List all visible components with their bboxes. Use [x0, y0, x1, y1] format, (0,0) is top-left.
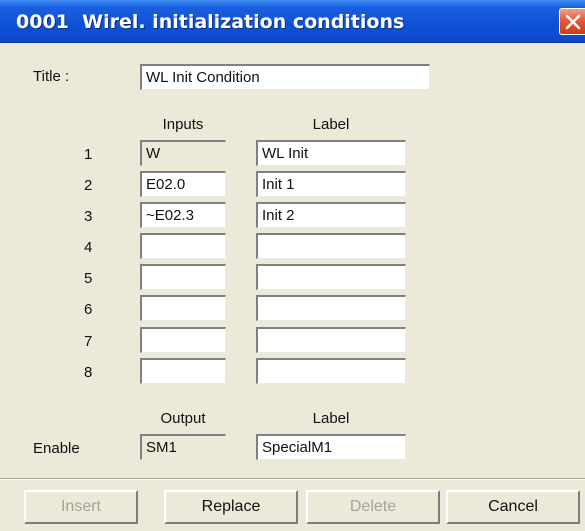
label-field-6[interactable] — [256, 295, 406, 321]
close-icon — [565, 14, 581, 30]
delete-button[interactable]: Delete — [306, 490, 440, 524]
input-field-5[interactable] — [140, 264, 226, 290]
row-number: 7 — [84, 333, 93, 350]
row-number: 8 — [84, 364, 93, 381]
enable-label: Enable — [33, 440, 80, 457]
cancel-button[interactable]: Cancel — [446, 490, 580, 524]
close-button[interactable] — [559, 8, 585, 35]
insert-button[interactable]: Insert — [24, 490, 138, 524]
row-number: 3 — [84, 208, 93, 225]
row-number: 5 — [84, 270, 93, 287]
input-field-7[interactable] — [140, 327, 226, 353]
input-field-4[interactable] — [140, 233, 226, 259]
delete-button-label: Delete — [349, 498, 397, 515]
divider — [0, 478, 585, 480]
cancel-button-label: Cancel — [488, 498, 538, 515]
label-field-1[interactable]: WL Init — [256, 140, 406, 166]
row-number: 2 — [84, 177, 93, 194]
input-field-2[interactable]: E02.0 — [140, 171, 226, 197]
replace-button[interactable]: Replace — [164, 490, 298, 524]
input-field-1[interactable]: W — [140, 140, 226, 166]
window-title-bar[interactable]: 0001 Wirel. initialization conditions — [0, 0, 585, 43]
output-label-field[interactable]: SpecialM1 — [256, 434, 406, 460]
inputs-header: Inputs — [162, 116, 204, 133]
label-header: Label — [312, 116, 350, 133]
insert-button-label: Insert — [60, 498, 101, 515]
label-field-7[interactable] — [256, 327, 406, 353]
input-field-3[interactable]: ~E02.3 — [140, 202, 226, 228]
window-title: 0001 Wirel. initialization conditions — [16, 11, 405, 33]
input-field-8[interactable] — [140, 358, 226, 384]
label-field-8[interactable] — [256, 358, 406, 384]
title-input[interactable]: WL Init Condition — [140, 64, 430, 90]
row-number: 1 — [84, 146, 93, 163]
output-label-header: Label — [312, 410, 350, 427]
label-field-5[interactable] — [256, 264, 406, 290]
input-field-6[interactable] — [140, 295, 226, 321]
replace-button-label: Replace — [201, 498, 261, 515]
row-number: 4 — [84, 239, 93, 256]
label-field-2[interactable]: Init 1 — [256, 171, 406, 197]
title-label: Title : — [33, 68, 70, 85]
label-field-3[interactable]: Init 2 — [256, 202, 406, 228]
row-number: 6 — [84, 301, 93, 318]
output-header: Output — [160, 410, 206, 427]
output-field[interactable]: SM1 — [140, 434, 226, 460]
label-field-4[interactable] — [256, 233, 406, 259]
